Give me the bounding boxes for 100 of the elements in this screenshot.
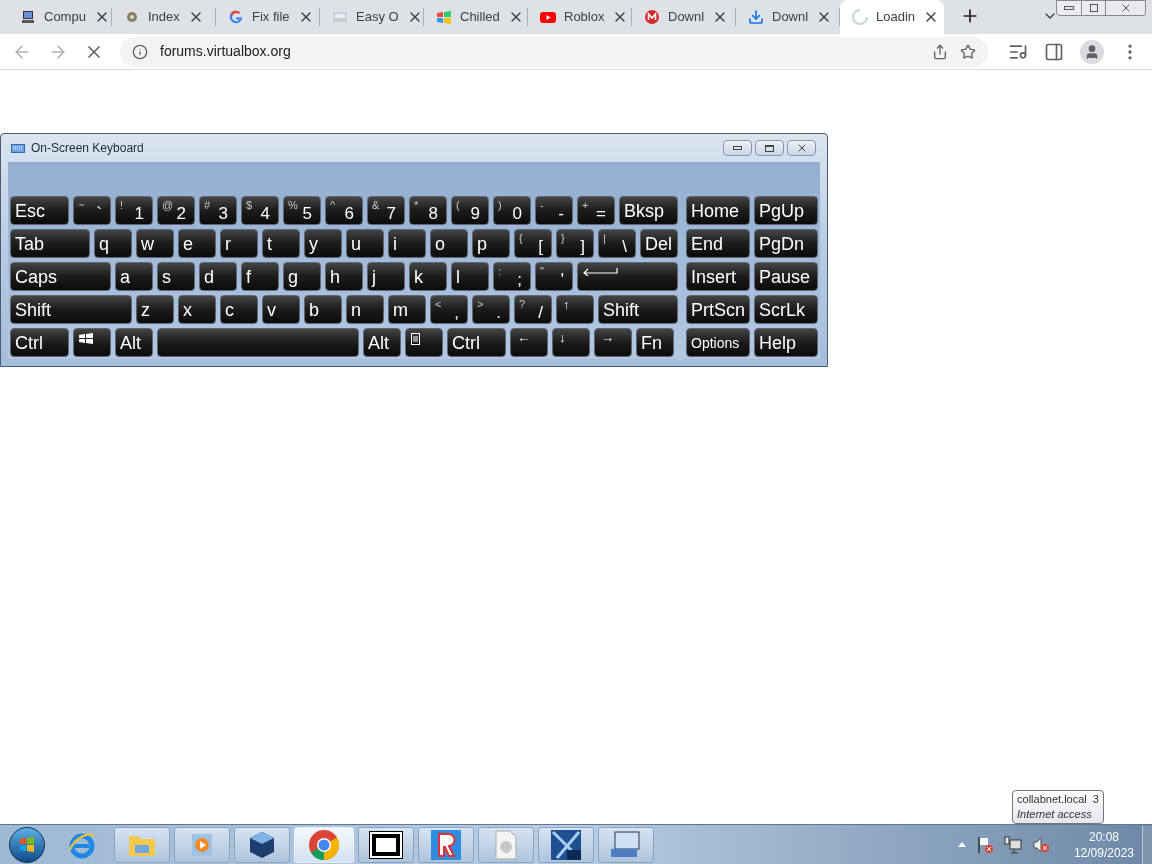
menu-key[interactable] <box>405 328 443 357</box>
key[interactable]: Shift <box>598 295 678 324</box>
enter-key[interactable] <box>577 262 678 291</box>
show-hidden-icons-icon[interactable] <box>957 842 966 847</box>
key[interactable]: Options <box>686 328 750 357</box>
browser-tab[interactable]: Downl <box>632 8 736 26</box>
key[interactable]: Fn <box>636 328 674 357</box>
key[interactable]: ( 9 <box>451 196 489 225</box>
key[interactable]: ? / <box>514 295 552 324</box>
key[interactable]: Shift <box>10 295 132 324</box>
key[interactable]: < , <box>430 295 468 324</box>
key[interactable]: ↑ <box>556 295 594 324</box>
key[interactable]: j <box>367 262 405 291</box>
key[interactable]: d <box>199 262 237 291</box>
key[interactable]: Bksp <box>619 196 678 225</box>
start-button[interactable] <box>9 826 45 863</box>
key[interactable]: Ctrl <box>10 328 69 357</box>
key[interactable]: r <box>220 229 258 258</box>
key[interactable]: ↓ <box>552 328 590 357</box>
key[interactable]: # 3 <box>199 196 237 225</box>
key[interactable]: Caps <box>10 262 111 291</box>
taskbar-app-button[interactable] <box>538 826 594 863</box>
key[interactable]: m <box>388 295 426 324</box>
network-icon[interactable] <box>1003 835 1022 854</box>
browser-tab[interactable]: Compu <box>8 8 112 26</box>
browser-tab[interactable]: Fix file <box>216 8 320 26</box>
key[interactable]: ^ 6 <box>325 196 363 225</box>
key[interactable]: - - <box>535 196 573 225</box>
key[interactable]: g <box>283 262 321 291</box>
key[interactable]: ScrLk <box>754 295 818 324</box>
key[interactable]: ! 1 <box>115 196 153 225</box>
bookmark-star-icon[interactable] <box>960 43 976 60</box>
key[interactable]: { [ <box>514 229 552 258</box>
key[interactable]: c <box>220 295 258 324</box>
browser-tab[interactable]: Roblox <box>528 8 632 26</box>
key[interactable]: % 5 <box>283 196 321 225</box>
key[interactable]: Ctrl <box>447 328 506 357</box>
key[interactable]: Tab <box>10 229 90 258</box>
key[interactable]: + = <box>577 196 615 225</box>
key[interactable]: PgDn <box>754 229 818 258</box>
key[interactable]: x <box>178 295 216 324</box>
key[interactable]: v <box>262 295 300 324</box>
key[interactable]: End <box>686 229 750 258</box>
key[interactable]: Del <box>640 229 678 258</box>
key[interactable]: s <box>157 262 195 291</box>
browser-tab[interactable]: Easy O <box>320 8 424 26</box>
browser-tab[interactable]: Index <box>112 8 216 26</box>
browser-tab[interactable]: Loadin <box>840 0 944 34</box>
key[interactable]: q <box>94 229 132 258</box>
key[interactable]: z <box>136 295 174 324</box>
key[interactable]: * 8 <box>409 196 447 225</box>
key[interactable]: Home <box>686 196 750 225</box>
key[interactable]: $ 4 <box>241 196 279 225</box>
key[interactable]: o <box>430 229 468 258</box>
key[interactable]: b <box>304 295 342 324</box>
key[interactable]: | \ <box>598 229 636 258</box>
key[interactable]: f <box>241 262 279 291</box>
key[interactable]: > . <box>472 295 510 324</box>
side-panel-icon[interactable] <box>1044 41 1064 62</box>
key[interactable]: h <box>325 262 363 291</box>
key[interactable]: ) 0 <box>493 196 531 225</box>
address-bar[interactable]: forums.virtualbox.org <box>120 36 988 67</box>
key[interactable]: Esc <box>10 196 69 225</box>
speaker-muted-icon[interactable] <box>1031 835 1050 854</box>
share-icon[interactable] <box>932 43 948 60</box>
key[interactable]: Alt <box>115 328 153 357</box>
key[interactable]: " ' <box>535 262 573 291</box>
key[interactable]: w <box>136 229 174 258</box>
key[interactable]: PgUp <box>754 196 818 225</box>
space-key[interactable] <box>157 328 359 357</box>
key[interactable]: u <box>346 229 384 258</box>
key[interactable]: ← <box>510 328 548 357</box>
key[interactable]: & 7 <box>367 196 405 225</box>
key[interactable]: y <box>304 229 342 258</box>
minimize-button[interactable] <box>723 140 752 156</box>
key[interactable]: l <box>451 262 489 291</box>
key[interactable]: ~ ` <box>73 196 111 225</box>
key[interactable]: e <box>178 229 216 258</box>
key[interactable]: PrtScn <box>686 295 750 324</box>
key[interactable]: @ 2 <box>157 196 195 225</box>
key[interactable]: : ; <box>493 262 531 291</box>
maximize-button[interactable] <box>755 140 784 156</box>
key[interactable]: } ] <box>556 229 594 258</box>
key[interactable]: Help <box>754 328 818 357</box>
key[interactable]: Insert <box>686 262 750 291</box>
restore-button[interactable] <box>1082 0 1106 16</box>
minimize-button[interactable] <box>1056 0 1082 16</box>
flag-error-icon[interactable] <box>975 835 994 854</box>
browser-tab[interactable]: Chilled <box>424 8 528 26</box>
key[interactable]: i <box>388 229 426 258</box>
key[interactable]: p <box>472 229 510 258</box>
close-button[interactable] <box>787 140 816 156</box>
key[interactable]: t <box>262 229 300 258</box>
taskbar-app-button[interactable] <box>234 826 290 863</box>
key[interactable]: Pause <box>754 262 818 291</box>
profile-avatar[interactable] <box>1080 39 1104 64</box>
key[interactable]: k <box>409 262 447 291</box>
key[interactable]: a <box>115 262 153 291</box>
taskbar-app-button[interactable] <box>358 826 414 863</box>
key[interactable]: n <box>346 295 384 324</box>
